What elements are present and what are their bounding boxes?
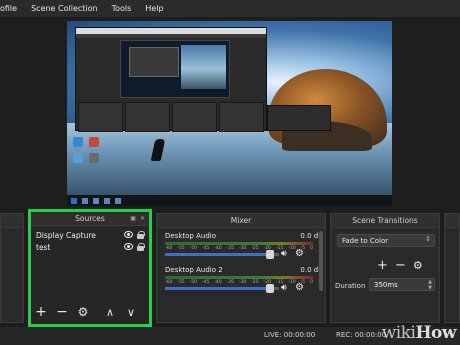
menu-tools[interactable]: Tools bbox=[105, 4, 139, 13]
transitions-title: Scene Transitions bbox=[352, 216, 418, 225]
menu-scene-collection[interactable]: Scene Collection bbox=[24, 4, 105, 13]
duration-value: 350ms bbox=[374, 280, 398, 289]
nested-inner-window bbox=[129, 47, 179, 77]
watermark-part1: wiki bbox=[381, 323, 416, 343]
source-label: Display Capture bbox=[36, 230, 96, 240]
mixer-dock: Mixer Desktop Audio 0.0 dB -60 -55 -50 -45-… bbox=[156, 213, 326, 323]
visibility-eye-icon[interactable] bbox=[124, 231, 133, 238]
scene-transitions-dock: Scene Transitions Fade to Color ⇕ + − ⚙ … bbox=[330, 213, 440, 323]
gear-icon[interactable]: ⚙ bbox=[295, 282, 304, 293]
remove-source-button[interactable]: − bbox=[56, 304, 68, 320]
obs-window: ofile Scene Collection Tools Help Source… bbox=[0, 0, 460, 345]
preview-area[interactable] bbox=[0, 17, 460, 207]
nested-obs-window bbox=[75, 27, 267, 132]
desktop-icon bbox=[89, 153, 99, 163]
speaker-icon[interactable]: 🔊︎ bbox=[281, 249, 287, 259]
spin-arrows-icon[interactable]: ▲ ▼ bbox=[428, 279, 432, 291]
volume-meter bbox=[165, 276, 313, 279]
sources-toolbar: + − ⚙ ∧ ∨ bbox=[35, 304, 137, 320]
volume-meter bbox=[165, 242, 313, 245]
dock-area: Sources ▣ ✕ Display Capture test + − ⚙ ∧… bbox=[0, 207, 460, 327]
mixer-title: Mixer bbox=[230, 216, 252, 225]
gear-icon[interactable]: ⚙ bbox=[295, 248, 304, 259]
volume-slider-handle[interactable] bbox=[266, 250, 274, 259]
menu-bar: ofile Scene Collection Tools Help bbox=[0, 0, 460, 17]
mixer-scrollbar[interactable] bbox=[319, 231, 323, 291]
move-up-button[interactable]: ∧ bbox=[104, 306, 116, 319]
display-capture-preview bbox=[67, 21, 392, 206]
taskbar-icon bbox=[115, 197, 121, 204]
desktop-icon bbox=[89, 137, 99, 147]
live-timer: LIVE: 00:00:00 bbox=[264, 331, 316, 339]
taskbar-icon bbox=[82, 197, 88, 204]
source-item-display-capture[interactable]: Display Capture bbox=[33, 229, 147, 241]
transitions-dock-header: Scene Transitions bbox=[331, 214, 439, 228]
source-item-test[interactable]: test bbox=[33, 241, 147, 253]
visibility-eye-icon[interactable] bbox=[124, 243, 133, 250]
desktop-icon bbox=[73, 153, 83, 163]
controls-dock-edge bbox=[444, 213, 460, 323]
rec-timer: REC: 00:00:00 bbox=[336, 331, 387, 339]
lock-icon[interactable] bbox=[137, 243, 145, 251]
track-label: Desktop Audio bbox=[165, 232, 216, 240]
lock-icon[interactable] bbox=[137, 231, 145, 239]
menu-profile[interactable]: ofile bbox=[0, 4, 24, 13]
close-icon[interactable]: ✕ bbox=[140, 215, 145, 222]
taskbar-icon bbox=[104, 197, 110, 204]
sources-dock-header: Sources ▣ ✕ bbox=[31, 212, 149, 226]
duration-input[interactable]: 350ms ▲ ▼ bbox=[369, 278, 435, 291]
nested-preview bbox=[120, 40, 230, 98]
nested-dock bbox=[219, 102, 264, 132]
chevron-updown-icon: ⇕ bbox=[425, 235, 431, 243]
wikihow-watermark: wikiHow bbox=[381, 323, 457, 343]
scenes-dock-header bbox=[1, 214, 23, 228]
speaker-icon[interactable]: 🔊︎ bbox=[281, 283, 287, 293]
source-properties-gear-icon[interactable]: ⚙ bbox=[77, 305, 89, 319]
windows-icon bbox=[71, 197, 77, 204]
nested-dock bbox=[125, 102, 170, 132]
source-label: test bbox=[36, 242, 51, 252]
nested-dock bbox=[78, 102, 123, 132]
dock-controls[interactable]: ▣ ✕ bbox=[130, 215, 145, 222]
nested-side-panel bbox=[267, 105, 331, 131]
volume-slider-handle[interactable] bbox=[266, 284, 274, 293]
meter-scale: -60 -55 -50 -45 -40 -35 -30 -25 -20 -15 -10 -5 0 bbox=[165, 246, 313, 251]
meter-scale: -60 -55 -50 -45 -40 -35 -30 -25 -20 -15 -10 -5 0 bbox=[165, 280, 313, 285]
track-label: Desktop Audio 2 bbox=[165, 266, 223, 274]
controls-dock-header bbox=[445, 214, 459, 228]
scenes-dock-edge bbox=[0, 213, 24, 323]
float-icon[interactable]: ▣ bbox=[130, 215, 136, 222]
watermark-part2: How bbox=[415, 323, 456, 343]
nested-docks bbox=[76, 102, 266, 132]
move-down-button[interactable]: ∨ bbox=[125, 306, 137, 319]
mixer-track-desktop-audio-2: Desktop Audio 2 0.0 dB -60 -55 -50 -45 -40 -3… bbox=[163, 266, 323, 298]
nested-dock bbox=[172, 102, 217, 132]
volume-slider-fill bbox=[165, 287, 270, 290]
desktop-icon bbox=[73, 137, 83, 147]
menu-help[interactable]: Help bbox=[138, 4, 170, 13]
nested-menu-bar bbox=[76, 34, 266, 38]
duration-label: Duration bbox=[335, 282, 366, 290]
mixer-track-desktop-audio: Desktop Audio 0.0 dB -60 -55 -50 -45 -40 -35-… bbox=[163, 232, 323, 264]
sources-dock: Sources ▣ ✕ Display Capture test + − ⚙ ∧… bbox=[28, 209, 152, 327]
add-transition-button[interactable]: + bbox=[377, 258, 388, 273]
transition-gear-icon[interactable]: ⚙ bbox=[413, 259, 423, 272]
taskbar-icon bbox=[93, 197, 99, 204]
source-list[interactable]: Display Capture test bbox=[33, 229, 147, 287]
transition-selected: Fade to Color bbox=[342, 236, 389, 245]
remove-transition-button[interactable]: − bbox=[395, 258, 406, 273]
transition-select[interactable]: Fade to Color ⇕ bbox=[337, 234, 435, 247]
transition-buttons: + − ⚙ bbox=[377, 258, 423, 273]
taskbar bbox=[67, 195, 392, 206]
add-source-button[interactable]: + bbox=[35, 304, 47, 320]
volume-slider-fill bbox=[165, 253, 270, 256]
mixer-dock-header: Mixer bbox=[157, 214, 325, 228]
nested-inner-screen bbox=[181, 45, 226, 89]
sources-title: Sources bbox=[75, 214, 105, 223]
